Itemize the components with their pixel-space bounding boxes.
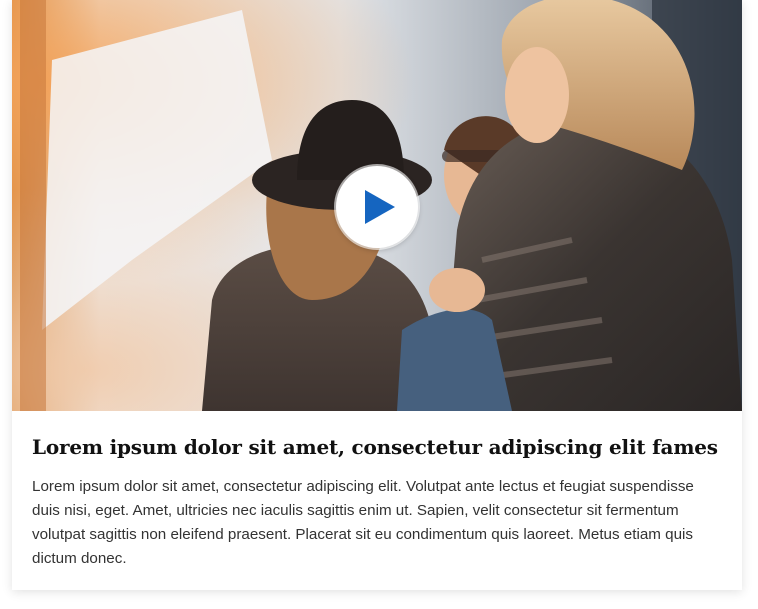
play-button[interactable] — [336, 166, 418, 248]
play-icon — [365, 190, 395, 224]
card-content: Lorem ipsum dolor sit amet, consectetur … — [12, 411, 742, 571]
video-thumbnail[interactable] — [12, 0, 742, 411]
card-description: Lorem ipsum dolor sit amet, consectetur … — [32, 478, 694, 567]
card-title: Lorem ipsum dolor sit amet, consectetur … — [32, 435, 718, 459]
video-card: Lorem ipsum dolor sit amet, consectetur … — [12, 0, 742, 590]
